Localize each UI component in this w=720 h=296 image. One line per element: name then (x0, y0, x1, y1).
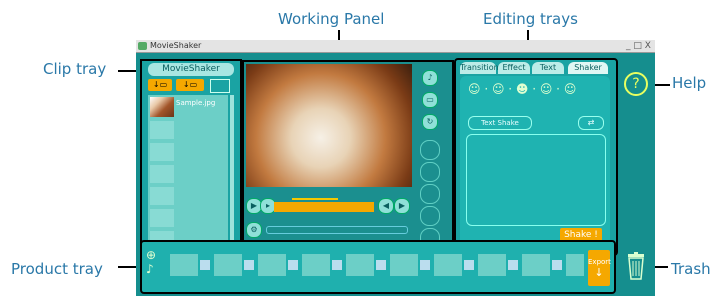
forward-button[interactable]: ▶ (394, 198, 410, 214)
shaker-tray-body: ☺ · ☺ · ☻ · ☺ · ☺ Text Shake ⇄ Shake ! (460, 76, 610, 248)
toggle-icon[interactable]: ⇄ (578, 116, 604, 130)
transition-slot[interactable] (332, 260, 342, 270)
clip-view-icon[interactable] (210, 79, 230, 93)
clip-tray: MovieShaker ↓▭ ↓▭ Sample.jpg (140, 59, 242, 259)
callout-trash: Trash (671, 260, 711, 278)
tab-transition[interactable]: Transition (460, 62, 499, 74)
volume-button[interactable]: ♪ (422, 70, 438, 86)
empty-clip-slot[interactable] (150, 165, 174, 183)
transition-slot[interactable] (552, 260, 562, 270)
tab-effect[interactable]: Effect (498, 62, 530, 74)
title-bar: MovieShaker _ □ X (136, 40, 655, 53)
fullscreen-button[interactable]: ▭ (422, 92, 438, 108)
window-title: MovieShaker (150, 41, 202, 50)
product-slot[interactable] (346, 254, 374, 276)
callout-working-panel: Working Panel (278, 10, 385, 28)
movieshaker-window: MovieShaker _ □ X MovieShaker ↓▭ ↓▭ Samp… (136, 40, 655, 296)
empty-clip-slot[interactable] (150, 209, 174, 227)
export-button[interactable]: Export ↓ (588, 250, 611, 286)
decor-circle (420, 184, 440, 204)
callout-editing-trays: Editing trays (483, 10, 578, 28)
shaker-text-area[interactable] (466, 134, 606, 226)
rewind-button[interactable]: ◀ (378, 198, 394, 214)
product-tray: ⊕ ♪ Export ↓ (140, 240, 616, 294)
clip-filename: Sample.jpg (176, 99, 216, 107)
help-icon[interactable]: ? (624, 72, 648, 96)
product-slot[interactable] (214, 254, 242, 276)
product-icon[interactable]: ⊕ ♪ (146, 248, 168, 284)
product-slot[interactable] (302, 254, 330, 276)
settings-button[interactable]: ⚙ (246, 222, 262, 238)
editing-trays: Transition Effect Text Shaker ☺ · ☺ · ☻ … (454, 58, 618, 256)
transition-slot[interactable] (464, 260, 474, 270)
empty-clip-slot[interactable] (150, 121, 174, 139)
rotate-button[interactable]: ↻ (422, 114, 438, 130)
empty-clip-slot[interactable] (150, 187, 174, 205)
text-shake-field[interactable]: Text Shake (468, 116, 532, 130)
callout-product-tray: Product tray (11, 260, 103, 278)
timeline-bar[interactable] (274, 202, 374, 212)
tab-text[interactable]: Text (532, 62, 564, 74)
working-panel: ♪ ▭ ↻ ▶ ▸ ◀ ▶ ⚙ (242, 60, 454, 258)
empty-clip-slot[interactable] (150, 143, 174, 161)
import-camera-button[interactable]: ↓▭ (176, 79, 204, 91)
trash-icon[interactable] (626, 252, 646, 280)
transition-slot[interactable] (244, 260, 254, 270)
shaker-mode-icons[interactable]: ☺ · ☺ · ☻ · ☺ · ☺ (468, 82, 576, 96)
callout-clip-tray: Clip tray (43, 60, 107, 78)
clip-thumbnail[interactable] (150, 97, 174, 117)
product-thumbnail[interactable] (170, 254, 198, 276)
decor-circle (420, 162, 440, 182)
transition-slot[interactable] (200, 260, 210, 270)
product-slot[interactable] (258, 254, 286, 276)
progress-track[interactable] (266, 226, 408, 234)
decor-circle (420, 206, 440, 226)
transition-slot[interactable] (376, 260, 386, 270)
tab-shaker[interactable]: Shaker (568, 62, 608, 74)
window-controls[interactable]: _ □ X (626, 40, 651, 52)
decor-circle (420, 140, 440, 160)
trim-range-marker[interactable] (292, 198, 338, 200)
clip-tray-header: MovieShaker (148, 63, 234, 76)
product-slot[interactable] (390, 254, 418, 276)
video-preview (246, 64, 412, 187)
clip-scrollbar[interactable] (230, 95, 234, 255)
import-folder-button[interactable]: ↓▭ (148, 79, 172, 91)
transition-slot[interactable] (420, 260, 430, 270)
product-slot[interactable] (566, 254, 584, 276)
callout-help: Help (672, 74, 707, 92)
product-slot[interactable] (434, 254, 462, 276)
app-logo-icon (138, 42, 147, 50)
export-label: Export (588, 258, 611, 266)
export-arrow-icon: ↓ (594, 266, 604, 279)
transition-slot[interactable] (288, 260, 298, 270)
product-slot[interactable] (478, 254, 506, 276)
transition-slot[interactable] (508, 260, 518, 270)
clip-list[interactable]: Sample.jpg (148, 95, 228, 255)
product-slot[interactable] (522, 254, 550, 276)
